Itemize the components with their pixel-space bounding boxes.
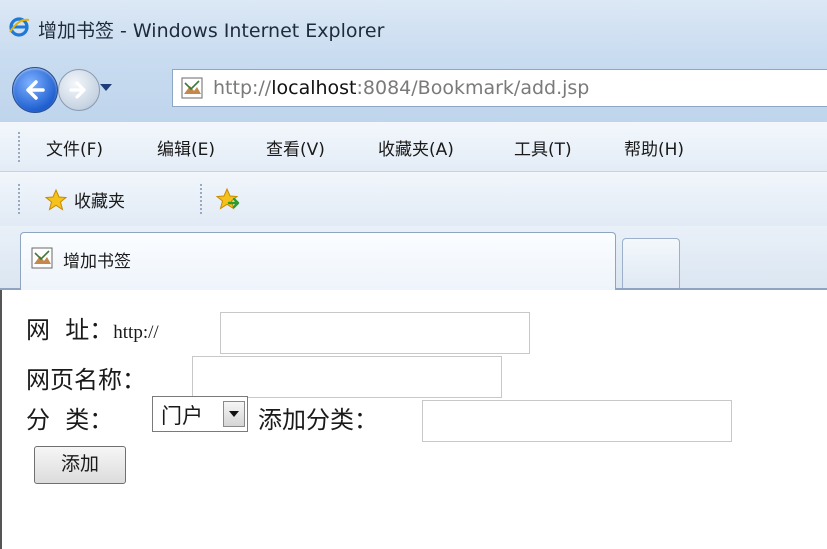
page-favicon-icon [181,77,203,99]
url-host: localhost [271,77,357,99]
menu-file[interactable]: 文件(F) [46,135,103,160]
menu-help[interactable]: 帮助(H) [624,135,684,160]
menu-tools[interactable]: 工具(T) [514,135,572,160]
forward-button[interactable] [58,69,100,111]
page-content: 网 址：http:// 网页名称： 分 类： 门户 添加分类： 添加 [0,290,827,549]
browser-window: 增加书签 - Windows Internet Explorer http://… [0,0,827,549]
tab-label: 增加书签 [63,252,131,272]
back-arrow-icon [26,80,45,100]
url-prefix: http:// [213,77,272,99]
toolbar-grip[interactable] [18,184,22,214]
tab-active[interactable]: 增加书签 [20,232,616,290]
category-select[interactable]: 门户 [152,396,248,432]
title-bar: 增加书签 - Windows Internet Explorer [0,0,827,56]
menu-edit[interactable]: 编辑(E) [157,135,215,160]
category-selected-value: 门户 [161,404,203,428]
toolbar-separator [200,184,204,214]
address-url[interactable]: http://localhost:8084/Bookmark/add.jsp [213,77,589,99]
add-category-row: 添加分类： [258,400,378,435]
history-dropdown-icon[interactable] [100,84,112,91]
toolbar-grip[interactable] [18,132,22,162]
address-bar[interactable]: http://localhost:8084/Bookmark/add.jsp [172,69,827,107]
page-name-input[interactable] [192,356,502,398]
url-label: 网 址： [26,316,114,344]
add-category-input[interactable] [422,400,732,442]
add-button[interactable]: 添加 [34,446,126,484]
menu-view[interactable]: 查看(V) [266,135,325,160]
add-category-label: 添加分类： [258,406,378,434]
back-button[interactable] [12,67,58,113]
category-row: 分 类： [26,400,113,435]
name-row: 网页名称： [26,360,146,395]
favorites-bar: 收藏夹 [0,172,827,226]
url-prefix-label: http:// [113,322,159,343]
url-input[interactable] [220,312,530,354]
add-favorite-icon[interactable] [214,186,242,214]
menu-bar: 文件(F) 编辑(E) 查看(V) 收藏夹(A) 工具(T) 帮助(H) [0,122,827,172]
name-label: 网页名称： [26,366,146,394]
tab-strip: 增加书签 [0,226,827,290]
chevron-down-icon[interactable] [223,401,245,427]
page-favicon-icon [31,247,53,269]
favorites-button[interactable]: 收藏夹 [74,187,125,212]
url-rest: :8084/Bookmark/add.jsp [356,77,590,99]
star-icon[interactable] [44,188,68,212]
category-label: 分 类： [26,406,114,434]
window-title: 增加书签 - Windows Internet Explorer [38,20,385,42]
navigation-bar: http://localhost:8084/Bookmark/add.jsp [0,56,827,122]
menu-favorites[interactable]: 收藏夹(A) [378,135,454,160]
url-row: 网 址：http:// [26,310,159,345]
ie-logo-icon [8,16,30,38]
forward-arrow-icon [69,81,86,99]
new-tab-button[interactable] [622,238,680,288]
